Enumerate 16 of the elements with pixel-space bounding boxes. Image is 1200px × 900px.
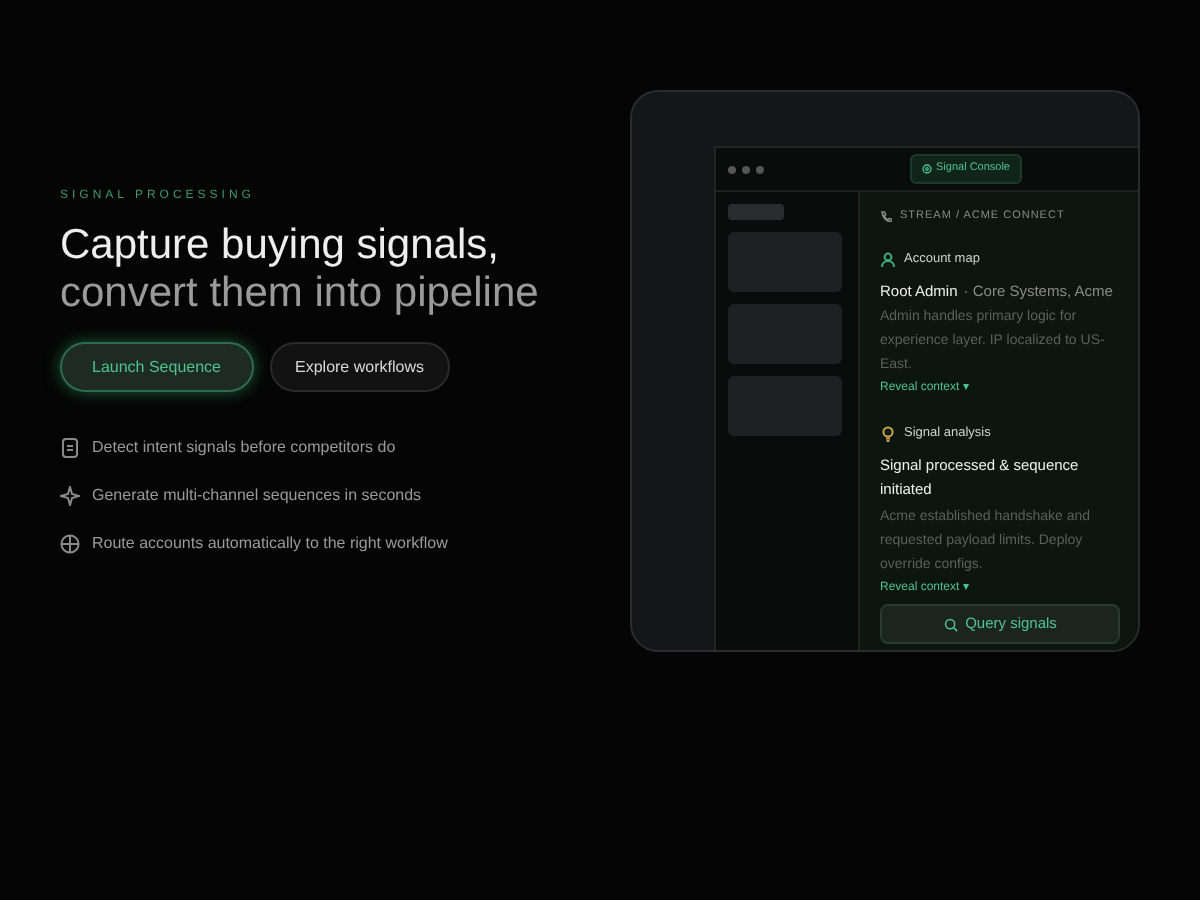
phone-icon — [880, 210, 892, 223]
lightbulb-icon — [880, 426, 896, 443]
crosshair-icon — [60, 534, 80, 554]
explore-button[interactable]: Explore workflows — [269, 342, 450, 392]
launch-button[interactable]: Launch Sequence — [60, 342, 253, 392]
sparkle-icon — [60, 486, 80, 506]
feature-text: Generate multi-channel sequences in seconds — [92, 484, 422, 508]
document-icon — [60, 438, 80, 458]
signal-icon — [922, 164, 932, 174]
subheadline: convert them into pipeline — [60, 270, 541, 318]
skeleton-bar — [728, 204, 784, 220]
person-icon — [880, 252, 896, 269]
headline: Capture buying signals, — [60, 222, 501, 270]
feature-text: Detect intent signals before competitors do — [92, 436, 396, 460]
feature-text: Route accounts automatically to the right workflow — [92, 532, 448, 556]
search-icon — [943, 617, 958, 631]
